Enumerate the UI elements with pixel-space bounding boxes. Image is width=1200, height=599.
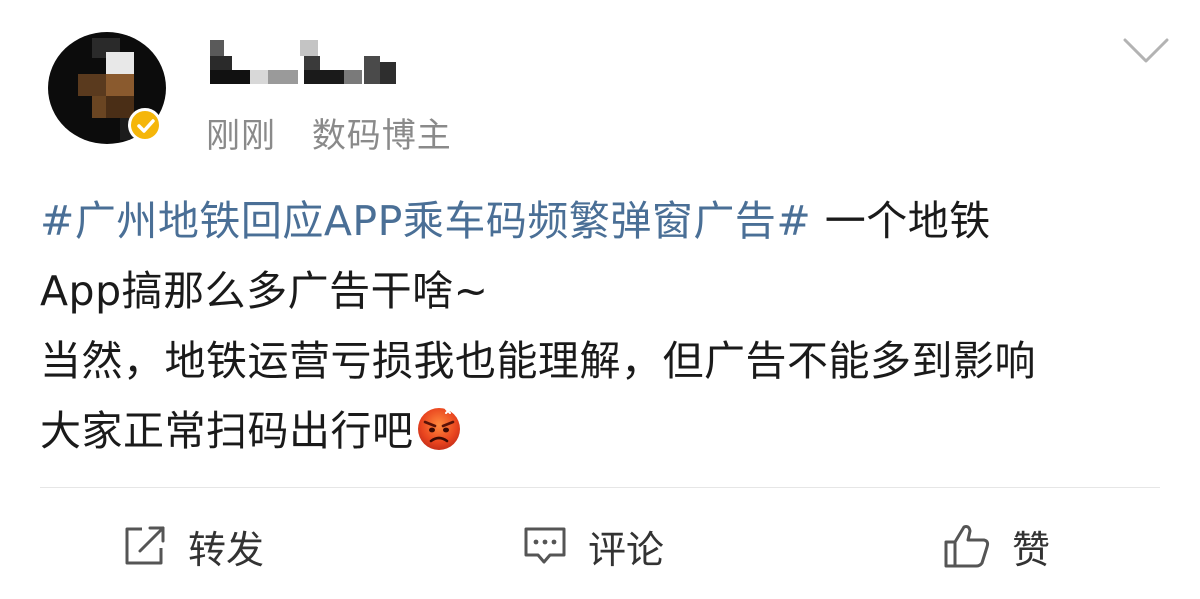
comment-label: 评论	[588, 527, 665, 572]
angry-face-icon	[417, 408, 460, 450]
chevron-down-icon[interactable]	[1122, 36, 1170, 66]
post-source: 数码博主	[311, 116, 452, 156]
repost-button[interactable]: 转发	[122, 518, 264, 574]
post-line-3: 当然，地铁运营亏损我也能理解，但广告不能多到影响	[40, 337, 1036, 385]
post-text-1: 一个地铁	[811, 197, 991, 245]
comment-icon	[524, 527, 566, 564]
post-text-4: 大家正常扫码出行吧	[40, 407, 414, 455]
username-obscured[interactable]	[208, 36, 398, 88]
like-button[interactable]: 赞	[942, 518, 1050, 574]
repost-label: 转发	[188, 527, 265, 572]
post-body: #广州地铁回应APP乘车码频繁弹窗广告# 一个地铁 App搞那么多广告干啥~ 当…	[40, 186, 1160, 466]
thumbs-up-icon	[944, 525, 990, 568]
post-line-1: #广州地铁回应APP乘车码频繁弹窗广告# 一个地铁	[40, 186, 1160, 256]
verified-badge-icon	[128, 108, 162, 142]
comment-button[interactable]: 评论	[522, 518, 664, 574]
divider	[40, 487, 1160, 488]
post-line-4: 大家正常扫码出行吧	[40, 396, 1160, 466]
weibo-post-card: 刚刚 数码博主 #广州地铁回应APP乘车码频繁弹窗广告# 一个地铁 App搞那么…	[0, 0, 1200, 599]
repost-icon	[125, 526, 165, 565]
post-time: 刚刚	[206, 116, 276, 156]
hashtag-link[interactable]: #广州地铁回应APP乘车码频繁弹窗广告#	[40, 197, 811, 245]
post-line-2: App搞那么多广告干啥~	[40, 267, 489, 315]
post-meta: 刚刚 数码博主	[206, 108, 452, 157]
like-label: 赞	[1012, 527, 1051, 572]
